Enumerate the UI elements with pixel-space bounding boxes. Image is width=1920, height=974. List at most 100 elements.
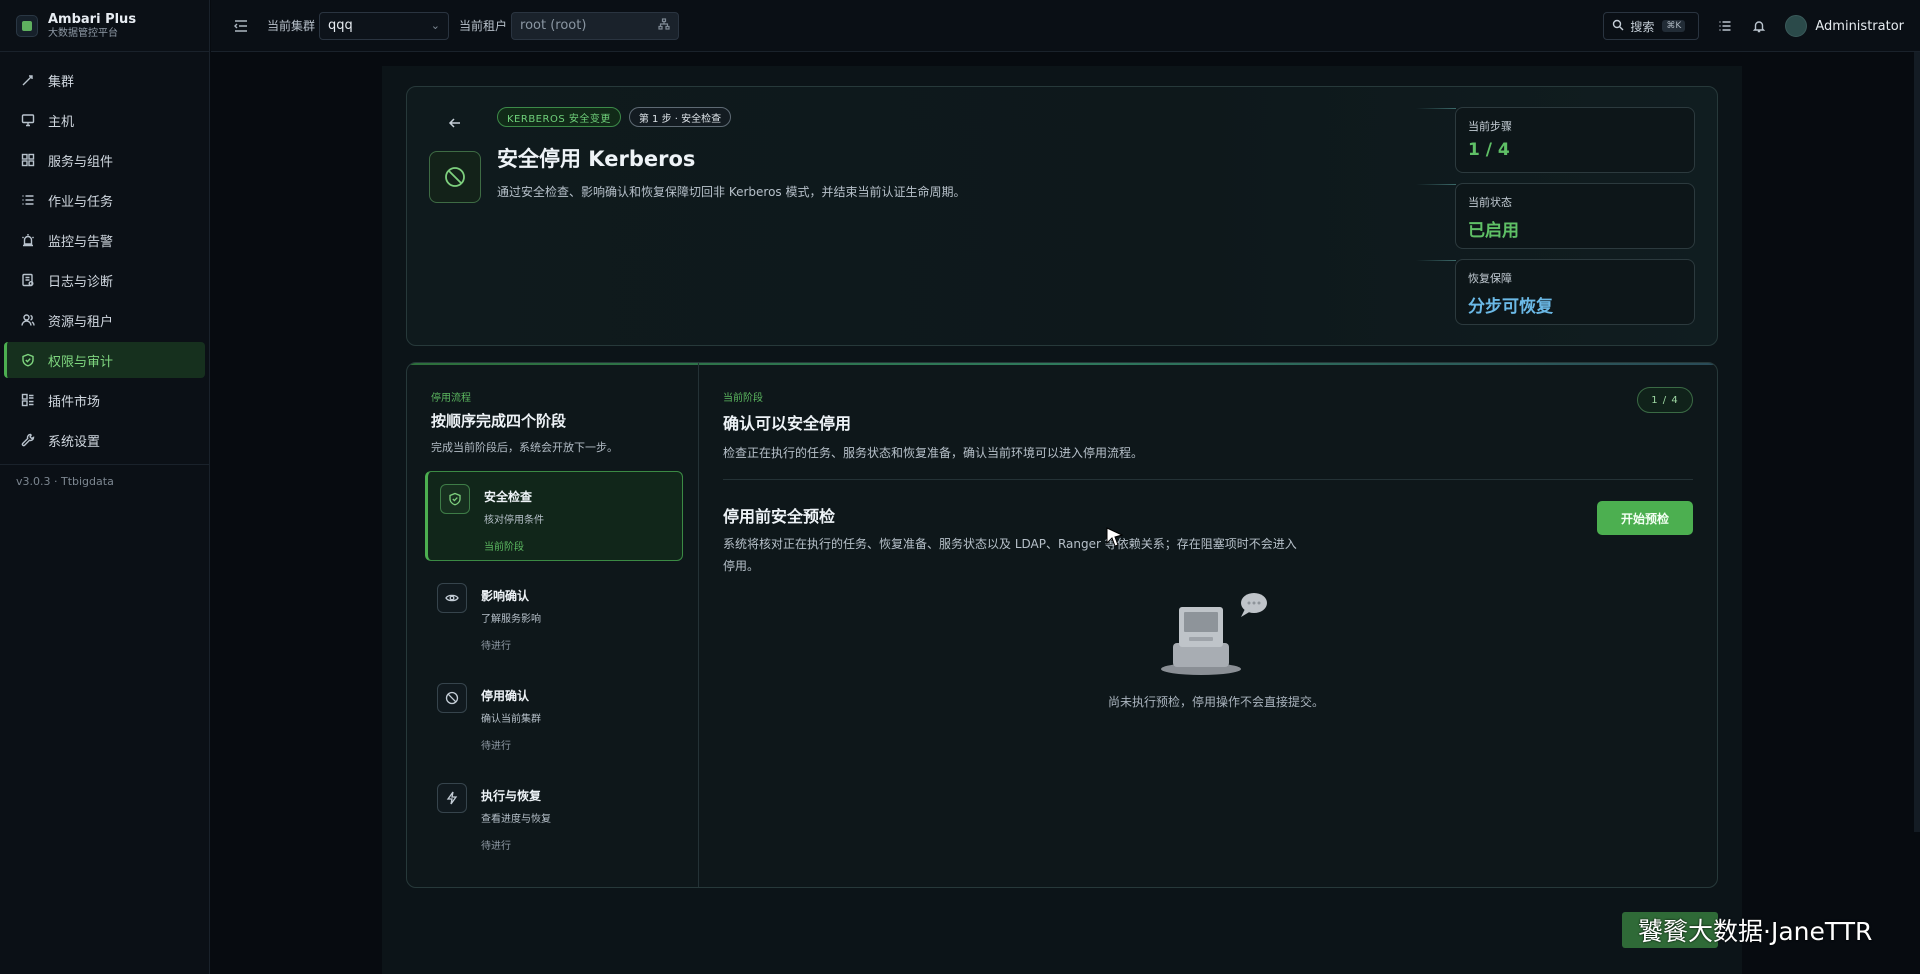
search-button[interactable]: 搜索 ⌘K (1603, 12, 1700, 40)
back-arrow-icon[interactable] (447, 115, 463, 135)
empty-state-illustration-icon (1161, 593, 1267, 675)
monitor-icon (20, 112, 36, 128)
detail-eyebrow: 当前阶段 (723, 393, 763, 404)
sidebar-item-services[interactable]: 服务与组件 (4, 142, 205, 178)
search-shortcut: ⌘K (1662, 20, 1686, 32)
step-state: 待进行 (481, 841, 511, 852)
stat-current-status: 当前状态 已启用 (1416, 183, 1695, 249)
detail-title: 确认可以安全停用 (723, 414, 852, 433)
sidebar-item-label: 插件市场 (48, 394, 101, 410)
sidebar-item-label: 主机 (48, 114, 75, 130)
step-desc: 确认当前集群 (481, 714, 541, 725)
version-label: v3.0.3 · Ttbigdata (16, 475, 114, 488)
stat-label: 当前状态 (1468, 196, 1512, 209)
steps-header: 停用流程 按顺序完成四个阶段 完成当前阶段后，系统会开放下一步。 (431, 389, 618, 455)
user-name[interactable]: Administrator (1815, 19, 1904, 34)
step-disable-confirm[interactable]: 停用确认 确认当前集群 待进行 (425, 671, 683, 761)
step-name: 影响确认 (481, 589, 530, 603)
kerberos-tag: KERBEROS 安全变更 (497, 107, 621, 127)
sidebar-nav: 集群 主机 服务与组件 作业与任务 监控与告警 日志与诊断 资源与租户 权限与审… (0, 52, 209, 458)
step-name: 执行与恢复 (481, 789, 542, 803)
step-state: 当前阶段 (484, 542, 524, 553)
sidebar-item-label: 资源与租户 (48, 314, 114, 330)
watermark: 饕餮大数据·JaneTTR (1622, 912, 1872, 948)
sidebar-item-label: 监控与告警 (48, 234, 114, 250)
sidebar-item-monitoring[interactable]: 监控与告警 (4, 222, 205, 258)
brand[interactable]: Ambari Plus 大数据管控平台 (0, 0, 209, 52)
stat-current-step: 当前步骤 1 / 4 (1416, 107, 1695, 173)
sidebar-item-hosts[interactable]: 主机 (4, 102, 205, 138)
start-precheck-button[interactable]: 开始预检 (1597, 501, 1693, 535)
step-counter-badge: 1 / 4 (1637, 387, 1693, 413)
task-list-icon[interactable] (1717, 18, 1733, 34)
sidebar-item-settings[interactable]: 系统设置 (4, 422, 205, 458)
topbar: 当前集群 qqq ⌄ 当前租户 root (root) 搜索 ⌘K Admini… (211, 0, 1920, 52)
tenant-tree-icon (658, 17, 670, 34)
precheck-description: 系统将核对正在执行的任务、恢复准备、服务状态以及 LDAP、Ranger 等依赖… (723, 537, 1297, 573)
mouse-cursor-icon (1106, 527, 1124, 547)
steps-column: 停用流程 按顺序完成四个阶段 完成当前阶段后，系统会开放下一步。 安全检查 核对… (407, 363, 699, 887)
brand-logo-icon (16, 14, 38, 37)
shield-icon (20, 352, 36, 368)
cluster-select[interactable]: qqq ⌄ (319, 11, 450, 40)
page-title: 安全停用 Kerberos (497, 147, 696, 171)
step-name: 停用确认 (481, 689, 530, 703)
step-name: 安全检查 (484, 490, 533, 504)
step-execute-recover[interactable]: 执行与恢复 查看进度与恢复 待进行 (425, 771, 683, 861)
avatar[interactable] (1785, 15, 1808, 37)
sidebar: Ambari Plus 大数据管控平台 集群 主机 服务与组件 作业与任务 监控… (0, 0, 210, 974)
sidebar-item-logs[interactable]: 日志与诊断 (4, 262, 205, 298)
step-impact-confirm[interactable]: 影响确认 了解服务影响 待进行 (425, 571, 683, 661)
eye-icon (437, 583, 467, 613)
brand-title: Ambari Plus (48, 11, 137, 27)
step-desc: 核对停用条件 (484, 515, 544, 526)
stat-value: 分步可恢复 (1468, 297, 1553, 317)
stat-value: 1 / 4 (1468, 140, 1510, 160)
bell-icon[interactable] (1751, 18, 1767, 34)
search-icon (1612, 19, 1624, 34)
hero-tags: KERBEROS 安全变更 第 1 步 · 安全检查 (497, 107, 739, 127)
empty-state-text: 尚未执行预检，停用操作不会直接提交。 (1107, 695, 1324, 709)
sidebar-item-label: 权限与审计 (48, 354, 114, 370)
cluster-icon (20, 72, 36, 88)
tenant-value: root (root) (520, 18, 587, 33)
list-icon (20, 192, 36, 208)
step-state: 待进行 (481, 641, 511, 652)
bolt-icon (437, 783, 467, 813)
step-state: 待进行 (481, 741, 511, 752)
tenant-field[interactable]: root (root) (511, 11, 680, 40)
stage-detail: 当前阶段 确认可以安全停用 检查正在执行的任务、服务状态和恢复准备，确认当前环境… (699, 363, 1717, 887)
step-desc: 了解服务影响 (481, 614, 541, 625)
cluster-label: 当前集群 (267, 19, 316, 33)
stat-value: 已启用 (1468, 221, 1519, 241)
flow-subtitle: 完成当前阶段后，系统会开放下一步。 (431, 441, 618, 454)
detail-description: 检查正在执行的任务、服务状态和恢复准备，确认当前环境可以进入停用流程。 (723, 446, 1144, 460)
collapse-menu-icon[interactable] (233, 18, 249, 34)
wrench-icon (20, 432, 36, 448)
sidebar-item-plugins[interactable]: 插件市场 (4, 382, 205, 418)
flow-title: 按顺序完成四个阶段 (431, 412, 567, 430)
tenant-label: 当前租户 (459, 19, 508, 33)
step-security-check[interactable]: 安全检查 核对停用条件 当前阶段 (425, 471, 683, 561)
sidebar-item-resources[interactable]: 资源与租户 (4, 302, 205, 338)
watermark-text: 饕餮大数据·JaneTTR (1638, 917, 1873, 946)
step-tag: 第 1 步 · 安全检查 (628, 107, 732, 127)
search-label: 搜索 (1630, 19, 1655, 34)
page-scrollbar[interactable] (1914, 52, 1920, 832)
sidebar-item-label: 日志与诊断 (48, 274, 114, 290)
workflow-panel: 停用流程 按顺序完成四个阶段 完成当前阶段后，系统会开放下一步。 安全检查 核对… (406, 362, 1718, 888)
stat-label: 恢复保障 (1468, 272, 1512, 285)
sidebar-item-cluster[interactable]: 集群 (4, 62, 205, 98)
cluster-select-value: qqq (328, 18, 353, 33)
precheck-title: 停用前安全预检 (723, 507, 836, 526)
sidebar-item-jobs[interactable]: 作业与任务 (4, 182, 205, 218)
sidebar-item-permissions[interactable]: 权限与审计 (4, 342, 205, 378)
sidebar-item-label: 系统设置 (48, 434, 101, 450)
flow-eyebrow: 停用流程 (431, 393, 471, 404)
sidebar-item-label: 集群 (48, 74, 75, 90)
users-icon (20, 312, 36, 328)
sidebar-item-label: 作业与任务 (48, 194, 114, 210)
detail-divider (723, 479, 1693, 480)
ban-icon (429, 151, 481, 203)
stat-label: 当前步骤 (1468, 120, 1512, 133)
